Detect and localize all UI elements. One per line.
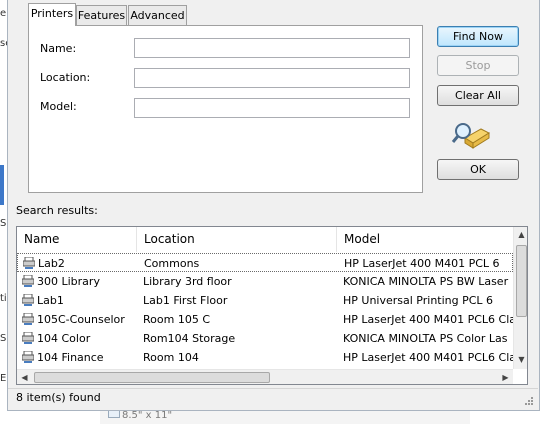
- table-row[interactable]: 104 Finance Room 104 HP LaserJet 400 M40…: [17, 348, 513, 367]
- table-row[interactable]: Lab1 Lab1 First Floor HP Universal Print…: [17, 291, 513, 310]
- network-printer-icon: [22, 275, 34, 287]
- tab-features[interactable]: Features: [76, 5, 127, 25]
- location-label: Location:: [40, 71, 91, 84]
- location-field[interactable]: [134, 68, 410, 88]
- vertical-scrollbar[interactable]: ▲ ▼: [513, 227, 527, 369]
- printer-location: Room 104: [143, 351, 199, 364]
- vertical-scroll-thumb[interactable]: [516, 245, 527, 317]
- network-printer-icon: [22, 294, 34, 306]
- table-row[interactable]: 105C-Counselor Room 105 C HP LaserJet 40…: [17, 310, 513, 329]
- table-row[interactable]: 300 Library Library 3rd floor KONICA MIN…: [17, 272, 513, 291]
- tab-printers[interactable]: Printers: [28, 3, 76, 26]
- network-printer-icon: [22, 351, 34, 363]
- resize-grip-icon[interactable]: [524, 396, 534, 406]
- printer-name: Lab2: [38, 257, 65, 270]
- search-results-label: Search results:: [16, 204, 98, 217]
- printer-location: Room 105 C: [143, 313, 210, 326]
- tab-advanced[interactable]: Advanced: [128, 5, 187, 25]
- background-text: S: [0, 333, 7, 344]
- background-paper-size: 8.5" x 11": [122, 410, 173, 421]
- horizontal-scroll-thumb[interactable]: [34, 372, 270, 383]
- scroll-down-arrow-icon[interactable]: ▼: [514, 352, 527, 367]
- printer-location: Rom104 Storage: [143, 332, 236, 345]
- printer-name: 104 Color: [37, 332, 91, 345]
- name-field[interactable]: [134, 38, 410, 58]
- printer-model: KONICA MINOLTA PS Color Las: [343, 332, 508, 345]
- horizontal-scrollbar[interactable]: ◀ ▶: [17, 369, 513, 384]
- printer-model: HP LaserJet 400 M401 PCL6 Clas: [343, 351, 513, 364]
- network-printer-icon: [22, 332, 34, 344]
- printer-name: 300 Library: [37, 275, 100, 288]
- clear-all-button[interactable]: Clear All: [437, 85, 519, 106]
- printer-name: Lab1: [37, 294, 64, 307]
- printer-model: KONICA MINOLTA PS BW Laser: [343, 275, 509, 288]
- magnifier-printer-icon: [451, 120, 491, 152]
- status-text: 8 item(s) found: [16, 391, 101, 404]
- background-text: S: [0, 218, 7, 229]
- find-now-button[interactable]: Find Now: [437, 26, 519, 47]
- printer-location: Commons: [144, 257, 200, 270]
- printer-name: 105C-Counselor: [37, 313, 125, 326]
- search-results-list[interactable]: Name Location Model Lab2 Commons HP Lase…: [16, 226, 528, 385]
- table-row[interactable]: 104 Color Rom104 Storage KONICA MINOLTA …: [17, 329, 513, 348]
- column-header-name[interactable]: Name: [17, 227, 137, 252]
- scroll-up-arrow-icon[interactable]: ▲: [514, 227, 527, 242]
- printer-location: Library 3rd floor: [143, 275, 232, 288]
- printer-model: HP LaserJet 400 M401 PCL 6: [344, 257, 500, 270]
- printer-model: HP Universal Printing PCL 6: [343, 294, 494, 307]
- background-text: E: [0, 373, 7, 384]
- model-field[interactable]: [134, 98, 410, 118]
- network-printer-icon: [22, 313, 34, 325]
- column-header-location[interactable]: Location: [137, 227, 337, 252]
- scroll-right-arrow-icon[interactable]: ▶: [498, 370, 513, 384]
- name-label: Name:: [40, 42, 77, 55]
- model-label: Model:: [40, 100, 77, 113]
- printer-model: HP LaserJet 400 M401 PCL6 Clas: [343, 313, 513, 326]
- column-header-model[interactable]: Model: [337, 227, 513, 252]
- printer-name: 104 Finance: [37, 351, 104, 364]
- background-selection-strip: [0, 165, 4, 205]
- scroll-left-arrow-icon[interactable]: ◀: [17, 370, 32, 384]
- printer-location: Lab1 First Floor: [143, 294, 228, 307]
- stop-button[interactable]: Stop: [437, 55, 519, 76]
- ok-button[interactable]: OK: [437, 159, 519, 180]
- table-row[interactable]: Lab2 Commons HP LaserJet 400 M401 PCL 6: [17, 253, 513, 272]
- network-printer-icon: [23, 257, 35, 269]
